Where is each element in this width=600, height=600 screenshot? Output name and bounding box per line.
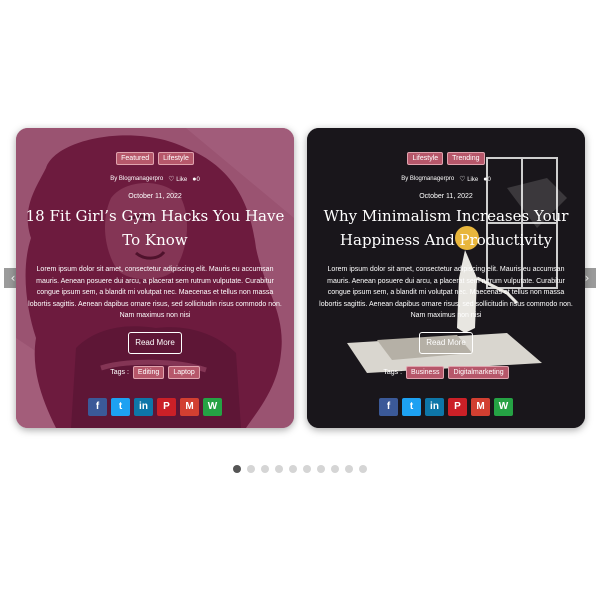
gmail-share-button[interactable]: M [471,398,490,416]
post-excerpt: Lorem ipsum dolor sit amet, consectetur … [319,266,573,319]
pagination-dot[interactable] [233,465,241,473]
tag-badge[interactable]: Editing [132,366,165,379]
chevron-left-icon: ‹ [10,271,16,285]
post-card: Lifestyle Trending By Blogmanagerpro ♡ L… [307,128,585,428]
post-categories: Featured Lifestyle [16,152,294,165]
pinterest-share-button[interactable]: P [157,398,176,416]
heart-icon: ♡ [168,176,175,183]
post-date: October 11, 2022 [419,193,473,200]
read-more-button[interactable]: Read More [419,332,473,354]
category-badge[interactable]: Lifestyle [158,152,194,165]
pinterest-share-button[interactable]: P [448,398,467,416]
whatsapp-icon: W [207,401,218,412]
whatsapp-share-button[interactable]: W [494,398,513,416]
category-badge[interactable]: Lifestyle [407,152,444,165]
tags-label: Tags : [110,369,129,376]
linkedin-icon: in [139,401,148,412]
gmail-icon: M [185,401,194,412]
post-card: Featured Lifestyle By Blogmanagerpro ♡ L… [16,128,294,428]
tag-badge[interactable]: Business [406,366,445,379]
post-categories: Lifestyle Trending [307,152,585,165]
facebook-share-button[interactable]: f [379,398,398,416]
pagination-dot[interactable] [359,465,367,473]
pinterest-icon: P [454,401,461,412]
post-meta: By Blogmanagerpro ♡ Like ●0 [307,175,585,184]
post-title[interactable]: 18 Fit Girl’s Gym Hacks You Have To Know [24,204,286,252]
facebook-icon: f [95,401,100,412]
chevron-right-icon: › [584,271,590,285]
share-buttons: f t in P M W [16,398,294,416]
twitter-icon: t [118,401,123,412]
like-label: Like [467,177,479,183]
pagination-dot[interactable] [345,465,353,473]
like-label: Like [176,177,188,183]
post-date: October 11, 2022 [128,193,182,200]
like-button[interactable]: ♡ Like [168,175,187,183]
post-title[interactable]: Why Minimalism Increases Your Happiness … [315,204,577,252]
comment-count: 0 [487,176,491,183]
comment-count: 0 [196,176,200,183]
pagination-dot[interactable] [261,465,269,473]
linkedin-share-button[interactable]: in [134,398,153,416]
read-more-button[interactable]: Read More [128,332,182,354]
twitter-share-button[interactable]: t [111,398,130,416]
tag-badge[interactable]: Digitalmarketing [448,366,509,379]
comments-link[interactable]: ●0 [483,176,491,183]
linkedin-icon: in [430,401,439,412]
like-button[interactable]: ♡ Like [459,175,478,183]
twitter-icon: t [409,401,414,412]
facebook-icon: f [386,401,391,412]
post-tags: Tags : Business Digitalmarketing [307,366,585,379]
tags-label: Tags : [383,369,403,376]
pagination-dot[interactable] [317,465,325,473]
whatsapp-icon: W [498,401,509,412]
whatsapp-share-button[interactable]: W [203,398,222,416]
gmail-icon: M [476,401,485,412]
carousel-pagination [0,465,600,473]
category-badge[interactable]: Trending [447,152,485,165]
heart-icon: ♡ [459,176,466,183]
post-author[interactable]: By Blogmanagerpro [110,176,163,182]
post-carousel: ‹ › Featured Lifestyle By Blogmanagerpro… [0,0,600,600]
comments-link[interactable]: ●0 [192,176,200,183]
gmail-share-button[interactable]: M [180,398,199,416]
pagination-dot[interactable] [303,465,311,473]
post-meta: By Blogmanagerpro ♡ Like ●0 [16,175,294,184]
post-excerpt: Lorem ipsum dolor sit amet, consectetur … [28,266,282,319]
post-tags: Tags : Editing Laptop [16,366,294,379]
post-author[interactable]: By Blogmanagerpro [401,176,454,182]
pagination-dot[interactable] [289,465,297,473]
twitter-share-button[interactable]: t [402,398,421,416]
pinterest-icon: P [163,401,170,412]
tag-badge[interactable]: Laptop [168,366,200,379]
facebook-share-button[interactable]: f [88,398,107,416]
pagination-dot[interactable] [247,465,255,473]
pagination-dot[interactable] [331,465,339,473]
linkedin-share-button[interactable]: in [425,398,444,416]
pagination-dot[interactable] [275,465,283,473]
category-badge[interactable]: Featured [116,152,155,165]
share-buttons: f t in P M W [307,398,585,416]
